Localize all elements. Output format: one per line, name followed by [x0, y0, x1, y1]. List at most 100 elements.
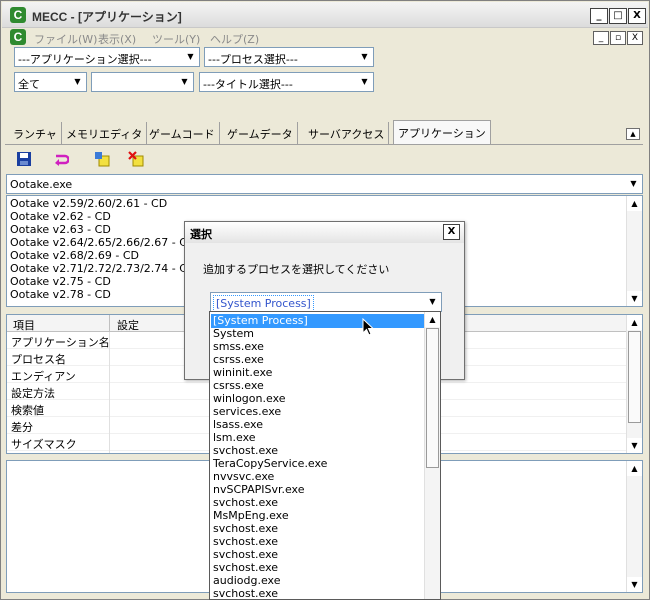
row-label: アプリケーション名 — [11, 336, 110, 349]
app-exe-select[interactable]: Ootake.exe ▼ — [6, 174, 643, 194]
app-icon: C — [10, 7, 26, 23]
tab-server-access[interactable]: サーバアクセス — [304, 122, 390, 144]
minimize-button[interactable]: _ — [590, 8, 608, 24]
delete-icon[interactable] — [128, 151, 144, 167]
blank-select[interactable]: ▼ — [91, 72, 194, 92]
scroll-up-icon[interactable]: ▲ — [627, 196, 642, 211]
scroll-down-icon[interactable]: ▼ — [627, 438, 642, 453]
dropdown-item[interactable]: svchost.exe — [213, 535, 278, 548]
dialog-close-button[interactable]: X — [443, 224, 460, 240]
app-exe-value: Ootake.exe — [10, 178, 73, 191]
row-label: プロセス名 — [11, 353, 66, 366]
add-icon[interactable] — [94, 151, 110, 167]
dropdown-item[interactable]: audiodg.exe — [213, 574, 280, 587]
tab-launcher[interactable]: ランチャ — [9, 122, 62, 144]
process-select-value: ---プロセス選択--- — [208, 53, 298, 66]
dropdown-item[interactable]: svchost.exe — [213, 587, 278, 599]
header-item[interactable]: 項目 — [13, 317, 35, 333]
chevron-down-icon[interactable]: ▼ — [357, 74, 372, 90]
list-item[interactable]: Ootake v2.75 - CD — [10, 275, 111, 288]
dropdown-item[interactable]: nvvsvc.exe — [213, 470, 274, 483]
dialog-process-combo[interactable]: [System Process] ▼ — [210, 292, 442, 312]
list-item[interactable]: Ootake v2.59/2.60/2.61 - CD — [10, 197, 167, 210]
process-select[interactable]: ---プロセス選択--- ▼ — [204, 47, 374, 67]
dropdown-item[interactable]: svchost.exe — [213, 561, 278, 574]
dropdown-item[interactable]: svchost.exe — [213, 548, 278, 561]
process-dropdown-list[interactable]: [System Process] System smss.exe csrss.e… — [209, 311, 441, 600]
dropdown-scrollbar[interactable]: ▲ — [424, 312, 440, 599]
dropdown-item[interactable]: csrss.exe — [213, 353, 264, 366]
dropdown-item[interactable]: svchost.exe — [213, 522, 278, 535]
scroll-up-icon[interactable]: ▲ — [425, 312, 440, 327]
scroll-thumb[interactable] — [628, 331, 641, 423]
list-scrollbar[interactable]: ▲ ▼ — [626, 196, 642, 306]
chevron-down-icon[interactable]: ▼ — [177, 74, 192, 90]
dropdown-item[interactable]: nvSCPAPISvr.exe — [213, 483, 305, 496]
dropdown-item[interactable]: winlogon.exe — [213, 392, 286, 405]
tab-game-data[interactable]: ゲームデータ — [223, 122, 298, 144]
output-scrollbar[interactable]: ▲ ▼ — [626, 461, 642, 592]
save-icon[interactable] — [16, 151, 32, 167]
menu-tools[interactable]: ツール(Y) — [152, 31, 200, 47]
dropdown-item[interactable]: MsMpEng.exe — [213, 509, 289, 522]
application-select-value: ---アプリケーション選択--- — [18, 53, 152, 66]
dialog-prompt: 追加するプロセスを選択してください — [203, 263, 390, 276]
dropdown-item[interactable]: [System Process] — [213, 314, 308, 327]
dropdown-item[interactable]: services.exe — [213, 405, 281, 418]
menu-help[interactable]: ヘルプ(Z) — [210, 31, 259, 47]
chevron-down-icon[interactable]: ▼ — [70, 74, 85, 90]
dropdown-item[interactable]: csrss.exe — [213, 379, 264, 392]
menu-file[interactable]: ファイル(W) — [34, 31, 97, 47]
dialog-title-bar: 選択 X — [185, 222, 464, 243]
close-button[interactable]: X — [628, 8, 646, 24]
mdi-close-button[interactable]: X — [627, 31, 643, 45]
scroll-down-icon[interactable]: ▼ — [627, 577, 642, 592]
window-title: MECC - [アプリケーション] — [32, 10, 182, 24]
row-label: 検索値 — [11, 404, 44, 417]
dropdown-item[interactable]: System — [213, 327, 254, 340]
undo-icon[interactable] — [53, 151, 69, 167]
title-select[interactable]: ---タイトル選択--- ▼ — [199, 72, 374, 92]
application-select[interactable]: ---アプリケーション選択--- ▼ — [14, 47, 200, 67]
column-divider — [109, 332, 110, 453]
dropdown-item[interactable]: wininit.exe — [213, 366, 272, 379]
mdi-restore-button[interactable]: ▫ — [610, 31, 626, 45]
header-setting[interactable]: 設定 — [117, 317, 139, 333]
mdi-minimize-button[interactable]: _ — [593, 31, 609, 45]
collapse-icon[interactable]: ▲ — [626, 128, 640, 140]
list-item[interactable]: Ootake v2.64/2.65/2.66/2.67 - CD — [10, 236, 195, 249]
dropdown-item[interactable]: smss.exe — [213, 340, 264, 353]
chevron-down-icon[interactable]: ▼ — [626, 176, 641, 192]
list-item[interactable]: Ootake v2.68/2.69 - CD — [10, 249, 139, 262]
chevron-down-icon[interactable]: ▼ — [183, 49, 198, 65]
dropdown-item[interactable]: svchost.exe — [213, 444, 278, 457]
dropdown-item[interactable]: lsm.exe — [213, 431, 256, 444]
dialog-combo-value: [System Process] — [213, 295, 314, 312]
scroll-down-icon[interactable]: ▼ — [627, 291, 642, 306]
row-label: 設定方法 — [11, 387, 55, 400]
mdi-child-icon[interactable]: C — [10, 29, 26, 45]
chevron-down-icon[interactable]: ▼ — [425, 294, 440, 310]
menu-view[interactable]: 表示(X) — [98, 31, 136, 47]
dropdown-item[interactable]: svchost.exe — [213, 496, 278, 509]
row-label: エンディアン — [11, 370, 76, 383]
title-bar: C MECC - [アプリケーション] _ □ X — [2, 2, 648, 28]
scroll-up-icon[interactable]: ▲ — [627, 461, 642, 476]
chevron-down-icon[interactable]: ▼ — [357, 49, 372, 65]
scroll-thumb[interactable] — [426, 328, 439, 468]
scope-select[interactable]: 全て ▼ — [14, 72, 87, 92]
scroll-up-icon[interactable]: ▲ — [627, 315, 642, 330]
list-item[interactable]: Ootake v2.71/2.72/2.73/2.74 - CD — [10, 262, 195, 275]
maximize-button[interactable]: □ — [609, 8, 627, 24]
dropdown-item[interactable]: TeraCopyService.exe — [213, 457, 327, 470]
list-item[interactable]: Ootake v2.63 - CD — [10, 223, 111, 236]
list-item[interactable]: Ootake v2.78 - CD — [10, 288, 111, 301]
tab-application[interactable]: アプリケーション — [393, 120, 491, 144]
tab-game-code[interactable]: ゲームコード — [145, 122, 220, 144]
dropdown-item[interactable]: lsass.exe — [213, 418, 263, 431]
tab-memory-editor[interactable]: メモリエディタ — [62, 122, 148, 144]
tab-divider — [5, 144, 643, 145]
grid-scrollbar[interactable]: ▲ ▼ — [626, 315, 642, 453]
header-divider — [109, 315, 110, 332]
list-item[interactable]: Ootake v2.62 - CD — [10, 210, 111, 223]
